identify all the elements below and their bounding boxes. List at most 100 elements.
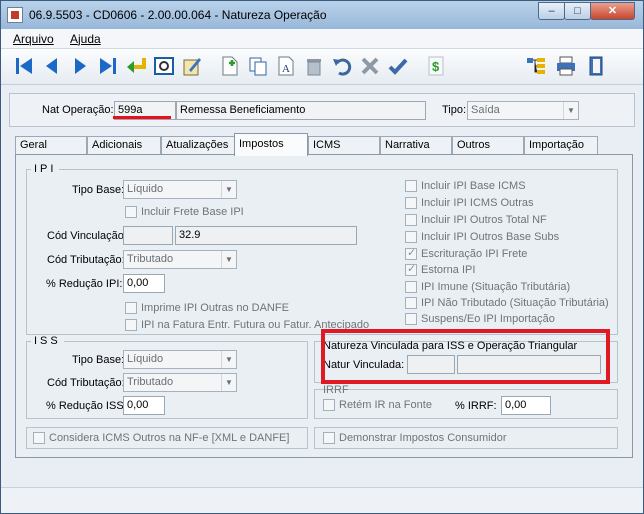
imprime-ipi-checkbox[interactable]: Imprime IPI Outras no DANFE — [125, 302, 289, 314]
retem-ir-label: Retém IR na Fonte — [339, 399, 432, 411]
copy-icon[interactable] — [245, 53, 271, 79]
confirm-icon[interactable] — [385, 53, 411, 79]
iss-tipo-base-select[interactable]: Líquido ▼ — [123, 350, 237, 369]
ipi-cod-trib-select[interactable]: Tributado ▼ — [123, 250, 237, 269]
incluir-ipi-outros-base-subs-checkbox[interactable]: Incluir IPI Outros Base Subs — [405, 231, 559, 243]
demonstrar-impostos-group: Demonstrar Impostos Consumidor — [314, 427, 618, 449]
exit-icon[interactable] — [583, 53, 609, 79]
ipi-cod-vinc-label: Cód Vinculação: — [47, 230, 127, 242]
svg-text:A: A — [282, 63, 290, 75]
tipo-select[interactable]: Saída ▼ — [467, 101, 579, 120]
red-underline-annotation — [113, 116, 171, 119]
menu-ajuda[interactable]: Ajuda — [70, 32, 101, 46]
considera-icms-group: Considera ICMS Outros na NF-e [XML e DAN… — [26, 427, 308, 449]
checkbox-box — [323, 432, 335, 444]
ipi-imune-checkbox[interactable]: IPI Imune (Situação Tributária) — [405, 281, 570, 293]
irrf-title: IRRF — [323, 384, 349, 396]
checkbox-label: Estorna IPI — [421, 264, 476, 276]
demonstrar-impostos-checkbox[interactable]: Demonstrar Impostos Consumidor — [323, 432, 507, 444]
incluir-ipi-icms-outras-checkbox[interactable]: Incluir IPI ICMS Outras — [405, 197, 533, 209]
checkbox-label: Incluir IPI Outros Base Subs — [421, 231, 560, 243]
retem-ir-checkbox[interactable]: Retém IR na Fonte — [323, 399, 432, 411]
imprime-ipi-label: Imprime IPI Outras no DANFE — [141, 302, 289, 314]
menu-arquivo[interactable]: Arquivo — [13, 32, 54, 46]
checkbox-box — [323, 399, 335, 411]
checkbox-label: Incluir IPI ICMS Outras — [421, 197, 534, 209]
ipi-tipo-base-value: Líquido — [127, 183, 164, 195]
irrf-pct-label: % IRRF: — [455, 400, 497, 412]
edit-icon[interactable] — [179, 53, 205, 79]
checkbox-label: IPI Não Tributado (Situação Tributária) — [421, 297, 609, 309]
ipi-nao-tributado-checkbox[interactable]: IPI Não Tributado (Situação Tributária) — [405, 297, 609, 309]
tab-atualizacoes[interactable]: Atualizações — [161, 136, 235, 155]
iss-tipo-base-label: Tipo Base: — [72, 354, 125, 366]
undo-icon[interactable] — [329, 53, 355, 79]
iss-reducao-field[interactable]: 0,00 — [123, 396, 165, 415]
ipi-cod-vinc-field[interactable] — [123, 226, 173, 245]
checkbox-box — [405, 262, 417, 276]
estorna-ipi-checkbox[interactable]: Estorna IPI — [405, 262, 476, 276]
tipo-label: Tipo: — [442, 104, 467, 116]
tab-adicionais[interactable]: Adicionais — [87, 136, 161, 155]
checkbox-box — [125, 302, 137, 314]
demonstrar-impostos-label: Demonstrar Impostos Consumidor — [339, 432, 507, 444]
print-icon[interactable] — [553, 53, 579, 79]
previous-record-icon[interactable] — [39, 53, 65, 79]
tab-narrativa[interactable]: Narrativa — [380, 136, 452, 155]
ipi-reducao-field[interactable]: 0,00 — [123, 274, 165, 293]
incluir-ipi-outros-total-checkbox[interactable]: Incluir IPI Outros Total NF — [405, 214, 547, 226]
checkbox-box — [405, 214, 417, 226]
title-bar: 06.9.5503 - CD0606 - 2.00.00.064 - Natur… — [1, 1, 643, 29]
ipi-tipo-base-select[interactable]: Líquido ▼ — [123, 180, 237, 199]
cancel-icon[interactable] — [357, 53, 383, 79]
tab-importacao[interactable]: Importação — [524, 136, 598, 155]
iss-cod-trib-label: Cód Tributação: — [47, 377, 125, 389]
main-content: Nat Operação: 599a Remessa Beneficiament… — [9, 93, 635, 485]
chevron-down-icon: ▼ — [221, 181, 236, 198]
escrituracao-ipi-frete-checkbox[interactable]: Escrituração IPI Frete — [405, 246, 528, 260]
last-record-icon[interactable] — [95, 53, 121, 79]
zoom-icon[interactable] — [151, 53, 177, 79]
return-icon[interactable] — [123, 53, 149, 79]
tab-outros[interactable]: Outros — [452, 136, 524, 155]
iss-cod-trib-select[interactable]: Tributado ▼ — [123, 373, 237, 392]
tipo-select-value: Saída — [471, 104, 500, 116]
chevron-down-icon: ▼ — [563, 102, 578, 119]
ipi-group: IPI Tipo Base: Líquido ▼ Incluir Frete B… — [26, 163, 618, 335]
iss-tipo-base-value: Líquido — [127, 353, 164, 365]
checkbox-label: Escrituração IPI Frete — [421, 248, 528, 260]
svg-text:$: $ — [432, 59, 440, 74]
checkbox-box — [405, 297, 417, 309]
first-record-icon[interactable] — [11, 53, 37, 79]
tab-geral[interactable]: Geral — [15, 136, 87, 155]
money-icon[interactable]: $ — [423, 53, 449, 79]
next-record-icon[interactable] — [67, 53, 93, 79]
close-button[interactable]: ✕ — [590, 2, 635, 20]
iss-reducao-label: % Redução ISS: — [46, 400, 127, 412]
tree-icon[interactable] — [523, 53, 549, 79]
checkbox-label: Suspens/Eo IPI Importação — [421, 313, 555, 325]
incluir-ipi-base-icms-checkbox[interactable]: Incluir IPI Base ICMS — [405, 180, 526, 192]
ipi-cod-vinc-value: 32.9 — [175, 226, 357, 245]
chevron-down-icon: ▼ — [221, 374, 236, 391]
iss-group: ISS Tipo Base: Líquido ▼ Cód Tributação:… — [26, 335, 308, 419]
app-icon — [7, 7, 23, 23]
minimize-button[interactable]: – — [538, 2, 565, 20]
new-record-icon[interactable] — [217, 53, 243, 79]
considera-icms-checkbox[interactable]: Considera ICMS Outros na NF-e [XML e DAN… — [33, 432, 289, 444]
considera-icms-label: Considera ICMS Outros na NF-e [XML e DAN… — [49, 432, 290, 444]
text-icon[interactable]: A — [273, 53, 299, 79]
irrf-pct-field[interactable]: 0,00 — [501, 396, 551, 415]
status-bar — [1, 487, 643, 513]
nat-operacao-label: Nat Operação: — [42, 104, 114, 116]
incluir-frete-checkbox[interactable]: Incluir Frete Base IPI — [125, 206, 244, 218]
tab-icms[interactable]: ICMS — [308, 136, 380, 155]
tab-impostos[interactable]: Impostos — [234, 133, 308, 156]
red-highlight-annotation — [321, 329, 610, 384]
iss-cod-trib-value: Tributado — [127, 376, 174, 388]
suspensao-ipi-importacao-checkbox[interactable]: Suspens/Eo IPI Importação — [405, 313, 555, 325]
maximize-button[interactable]: □ — [564, 2, 591, 20]
delete-icon[interactable] — [301, 53, 327, 79]
ipi-reducao-label: % Redução IPI: — [46, 278, 123, 290]
iss-group-title: ISS — [31, 335, 64, 347]
